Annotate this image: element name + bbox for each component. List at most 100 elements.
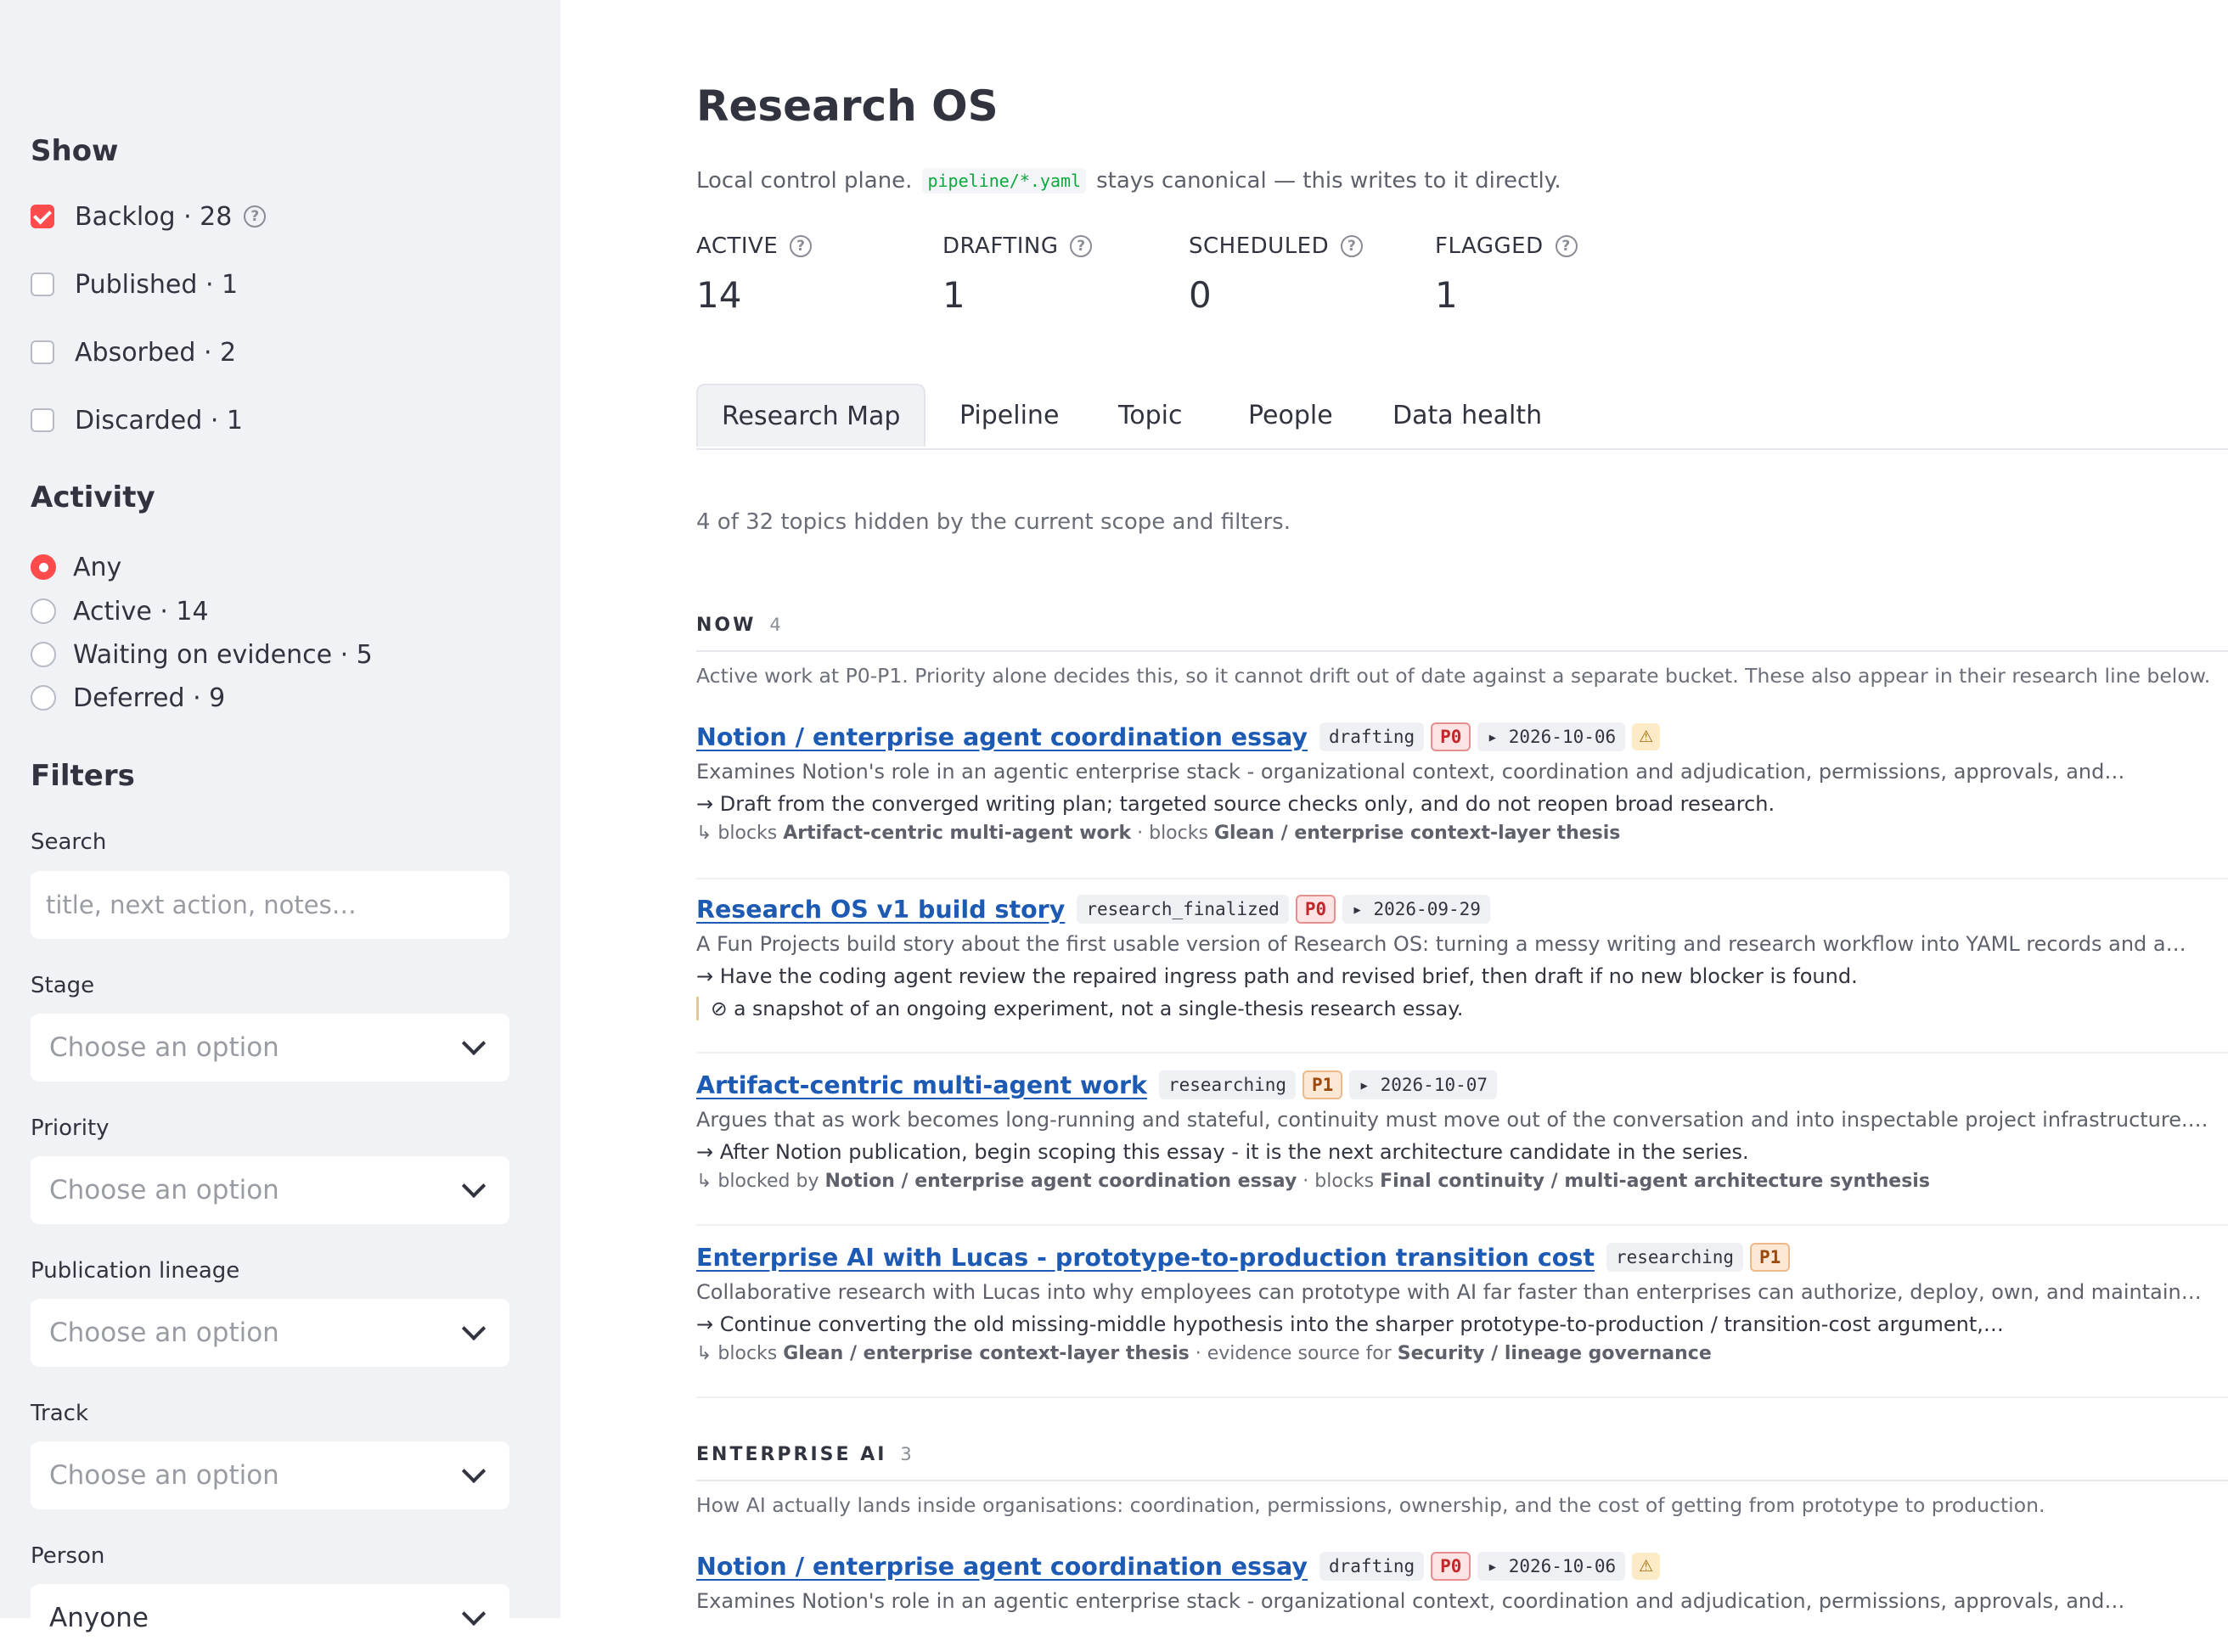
radio-deferred[interactable]: Deferred · 9: [31, 681, 225, 715]
stage-label: Stage: [31, 973, 95, 998]
topic-next-action: → After Notion publication, begin scopin…: [696, 1140, 1749, 1164]
priority-badge: P0: [1431, 1552, 1471, 1581]
date-badge: ▸ 2026-10-07: [1349, 1070, 1498, 1099]
section-divider: [696, 650, 2228, 652]
metric-drafting: DRAFTING? 1: [942, 233, 1093, 316]
tab-data-health[interactable]: Data health: [1392, 384, 1542, 447]
metric-label: SCHEDULED: [1189, 233, 1330, 259]
person-select[interactable]: Anyone: [31, 1584, 509, 1652]
sidebar: Show Backlog · 28 ? Published · 1 Absorb…: [0, 0, 560, 1652]
section-title: NOW: [696, 615, 757, 636]
metric-label: DRAFTING: [942, 233, 1059, 259]
help-icon[interactable]: ?: [1341, 235, 1364, 257]
help-icon[interactable]: ?: [1555, 235, 1578, 257]
checkbox-checked-icon[interactable]: [31, 205, 54, 228]
radio-icon[interactable]: [31, 598, 56, 624]
metric-value: 14: [696, 274, 742, 316]
topic-item: Enterprise AI with Lucas - prototype-to-…: [696, 1239, 2228, 1364]
track-label: Track: [31, 1401, 89, 1426]
date-badge: ▸ 2026-10-06: [1477, 1552, 1626, 1581]
topic-summary: Examines Notion's role in an agentic ent…: [696, 1589, 2125, 1613]
chevron-down-icon: [461, 1031, 487, 1056]
section-count: 3: [900, 1444, 912, 1464]
chevron-down-icon: [461, 1316, 487, 1341]
subtitle-text-after: stays canonical — this writes to it dire…: [1096, 168, 1561, 194]
deps-prefix: ↳ blocks: [696, 1343, 784, 1364]
priority-select-value: Choose an option: [49, 1175, 279, 1205]
chevron-down-icon: [461, 1601, 487, 1627]
checkbox-icon[interactable]: [31, 408, 54, 432]
stage-badge: researching: [1158, 1070, 1297, 1099]
topic-summary: Examines Notion's role in an agentic ent…: [696, 760, 2125, 784]
search-input[interactable]: title, next action, notes…: [31, 871, 509, 939]
section-description: How AI actually lands inside organisatio…: [696, 1493, 2045, 1517]
topic-summary: Collaborative research with Lucas into w…: [696, 1280, 2202, 1304]
tab-research-map[interactable]: Research Map: [696, 384, 926, 447]
priority-badge: P0: [1295, 895, 1336, 924]
radio-icon[interactable]: [31, 642, 56, 667]
tab-pipeline[interactable]: Pipeline: [959, 384, 1059, 447]
checkbox-icon[interactable]: [31, 340, 54, 364]
topic-note: ⊘ a snapshot of an ongoing experiment, n…: [696, 997, 2228, 1020]
topic-title-link[interactable]: Enterprise AI with Lucas - prototype-to-…: [696, 1244, 1595, 1272]
page-subtitle: Local control plane. pipeline/*.yaml sta…: [696, 168, 1561, 194]
activity-heading: Activity: [31, 480, 155, 514]
topic-summary: Argues that as work becomes long-running…: [696, 1108, 2208, 1132]
topic-title-link[interactable]: Research OS v1 build story: [696, 896, 1065, 924]
deps-separator: · blocks: [1297, 1171, 1381, 1192]
scope-note: 4 of 32 topics hidden by the current sco…: [696, 509, 1291, 535]
radio-any[interactable]: Any: [31, 550, 121, 584]
topic-next-action: → Continue converting the old missing-mi…: [696, 1312, 2004, 1336]
topic-dependencies: ↳ blocked by Notion / enterprise agent c…: [696, 1171, 2228, 1192]
deps-topic: Artifact-centric multi-agent work: [783, 823, 1132, 844]
checkbox-published[interactable]: Published · 1: [31, 267, 238, 301]
stage-badge: researching: [1606, 1243, 1744, 1272]
topic-item: Notion / enterprise agent coordination e…: [696, 1548, 2228, 1613]
deps-topic: Glean / enterprise context-layer thesis: [783, 1343, 1190, 1364]
checkbox-backlog[interactable]: Backlog · 28 ?: [31, 199, 267, 233]
track-select[interactable]: Choose an option: [31, 1441, 509, 1509]
help-icon[interactable]: ?: [1070, 235, 1093, 257]
help-icon[interactable]: ?: [244, 205, 267, 228]
priority-select[interactable]: Choose an option: [31, 1156, 509, 1224]
radio-icon[interactable]: [31, 685, 56, 711]
priority-badge: P0: [1431, 722, 1471, 751]
item-divider: [696, 1396, 2228, 1398]
page-title: Research OS: [696, 81, 999, 131]
topic-next-action: → Draft from the converged writing plan;…: [696, 792, 1775, 816]
radio-label: Any: [73, 552, 122, 582]
topic-item: Notion / enterprise agent coordination e…: [696, 718, 2228, 844]
topic-title-link[interactable]: Artifact-centric multi-agent work: [696, 1071, 1147, 1099]
lineage-select[interactable]: Choose an option: [31, 1299, 509, 1367]
topic-title-link[interactable]: Notion / enterprise agent coordination e…: [696, 1553, 1308, 1581]
checkbox-icon[interactable]: [31, 273, 54, 296]
stage-badge: research_finalized: [1077, 895, 1289, 924]
topic-title-link[interactable]: Notion / enterprise agent coordination e…: [696, 723, 1308, 751]
metric-scheduled: SCHEDULED? 0: [1189, 233, 1364, 316]
radio-selected-icon[interactable]: [31, 554, 56, 580]
warning-icon: ⚠: [1632, 723, 1661, 750]
checkbox-absorbed[interactable]: Absorbed · 2: [31, 335, 236, 369]
chevron-down-icon: [461, 1458, 487, 1484]
stage-select[interactable]: Choose an option: [31, 1014, 509, 1082]
deps-separator: · evidence source for: [1189, 1343, 1398, 1364]
topic-summary: A Fun Projects build story about the fir…: [696, 932, 2186, 956]
chevron-down-icon: [461, 1173, 487, 1199]
metric-active: ACTIVE? 14: [696, 233, 813, 316]
stage-select-value: Choose an option: [49, 1032, 279, 1063]
radio-label: Active · 14: [73, 596, 209, 627]
tab-topic[interactable]: Topic: [1118, 384, 1182, 447]
checkbox-discarded[interactable]: Discarded · 1: [31, 403, 243, 437]
item-divider: [696, 1052, 2228, 1054]
radio-waiting[interactable]: Waiting on evidence · 5: [31, 638, 373, 671]
topic-dependencies: ↳ blocks Artifact-centric multi-agent wo…: [696, 823, 2228, 844]
section-divider: [696, 1480, 2228, 1481]
checkbox-label: Published · 1: [75, 269, 239, 300]
tab-people[interactable]: People: [1248, 384, 1333, 447]
warning-icon: ⚠: [1632, 1553, 1661, 1580]
filters-heading: Filters: [31, 759, 135, 793]
section-description: Active work at P0-P1. Priority alone dec…: [696, 664, 2211, 688]
radio-active[interactable]: Active · 14: [31, 594, 209, 628]
help-icon[interactable]: ?: [790, 235, 813, 257]
topic-next-action: → Have the coding agent review the repai…: [696, 964, 1858, 988]
